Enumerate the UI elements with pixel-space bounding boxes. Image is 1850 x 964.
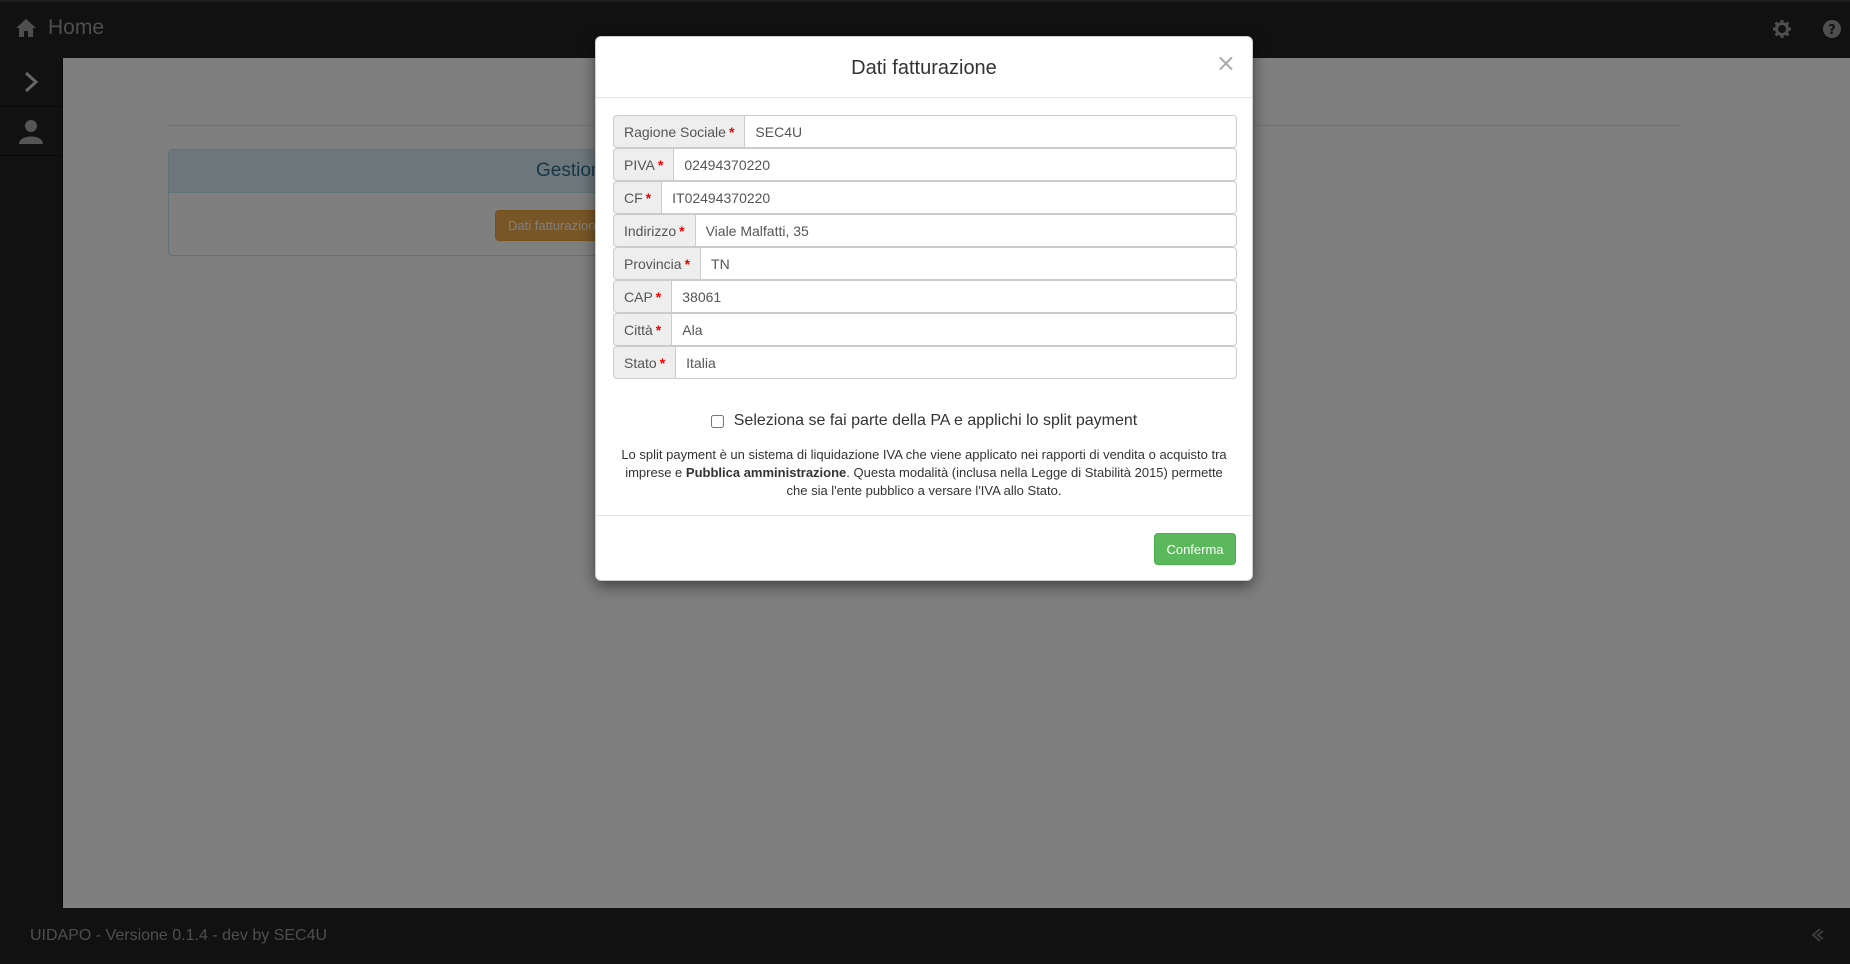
split-payment-option[interactable]: Seleziona se fai parte della PA e applic… — [596, 412, 1252, 430]
split-payment-label: Seleziona se fai parte della PA e applic… — [733, 412, 1138, 429]
indirizzo-input[interactable] — [694, 214, 1237, 247]
split-payment-note: Lo split payment è un sistema di liquida… — [621, 447, 1227, 498]
citta-input[interactable] — [671, 313, 1237, 346]
field-row-cf: CF * — [613, 181, 1237, 214]
field-row-piva: PIVA * — [613, 148, 1237, 181]
modal-title: Dati fatturazione — [851, 57, 997, 79]
field-row-indirizzo: Indirizzo * — [613, 214, 1237, 247]
stato-input[interactable] — [675, 346, 1237, 379]
field-row-citta: Città * — [613, 313, 1237, 346]
confirm-button[interactable]: Conferma — [1154, 533, 1236, 565]
field-label: Stato * — [613, 346, 676, 379]
field-row-provincia: Provincia * — [613, 247, 1237, 280]
field-label: Ragione Sociale * — [613, 115, 745, 148]
field-row-cap: CAP * — [613, 280, 1237, 313]
cf-input[interactable] — [661, 181, 1237, 214]
billing-form: Ragione Sociale* PIVA* CF* Indirizzo* Pr… — [613, 115, 1237, 379]
modal-header: Dati fatturazione × — [596, 37, 1252, 98]
field-label: PIVA * — [613, 148, 674, 181]
cap-input[interactable] — [671, 280, 1237, 313]
close-icon[interactable]: × — [1216, 51, 1236, 75]
field-label: CAP * — [613, 280, 672, 313]
field-row-ragione-sociale: Ragione Sociale * — [613, 115, 1237, 148]
modal-footer-divider — [596, 515, 1252, 516]
field-label: CF * — [613, 181, 662, 214]
ragione-sociale-input[interactable] — [744, 115, 1237, 148]
billing-modal: Dati fatturazione × Ragione Sociale* PIV… — [595, 36, 1253, 581]
split-payment-checkbox[interactable] — [710, 414, 724, 428]
field-label: Città * — [613, 313, 672, 346]
piva-input[interactable] — [673, 148, 1237, 181]
field-label: Indirizzo * — [613, 214, 695, 247]
field-row-stato: Stato * — [613, 346, 1237, 379]
field-label: Provincia * — [613, 247, 701, 280]
provincia-input[interactable] — [700, 247, 1237, 280]
